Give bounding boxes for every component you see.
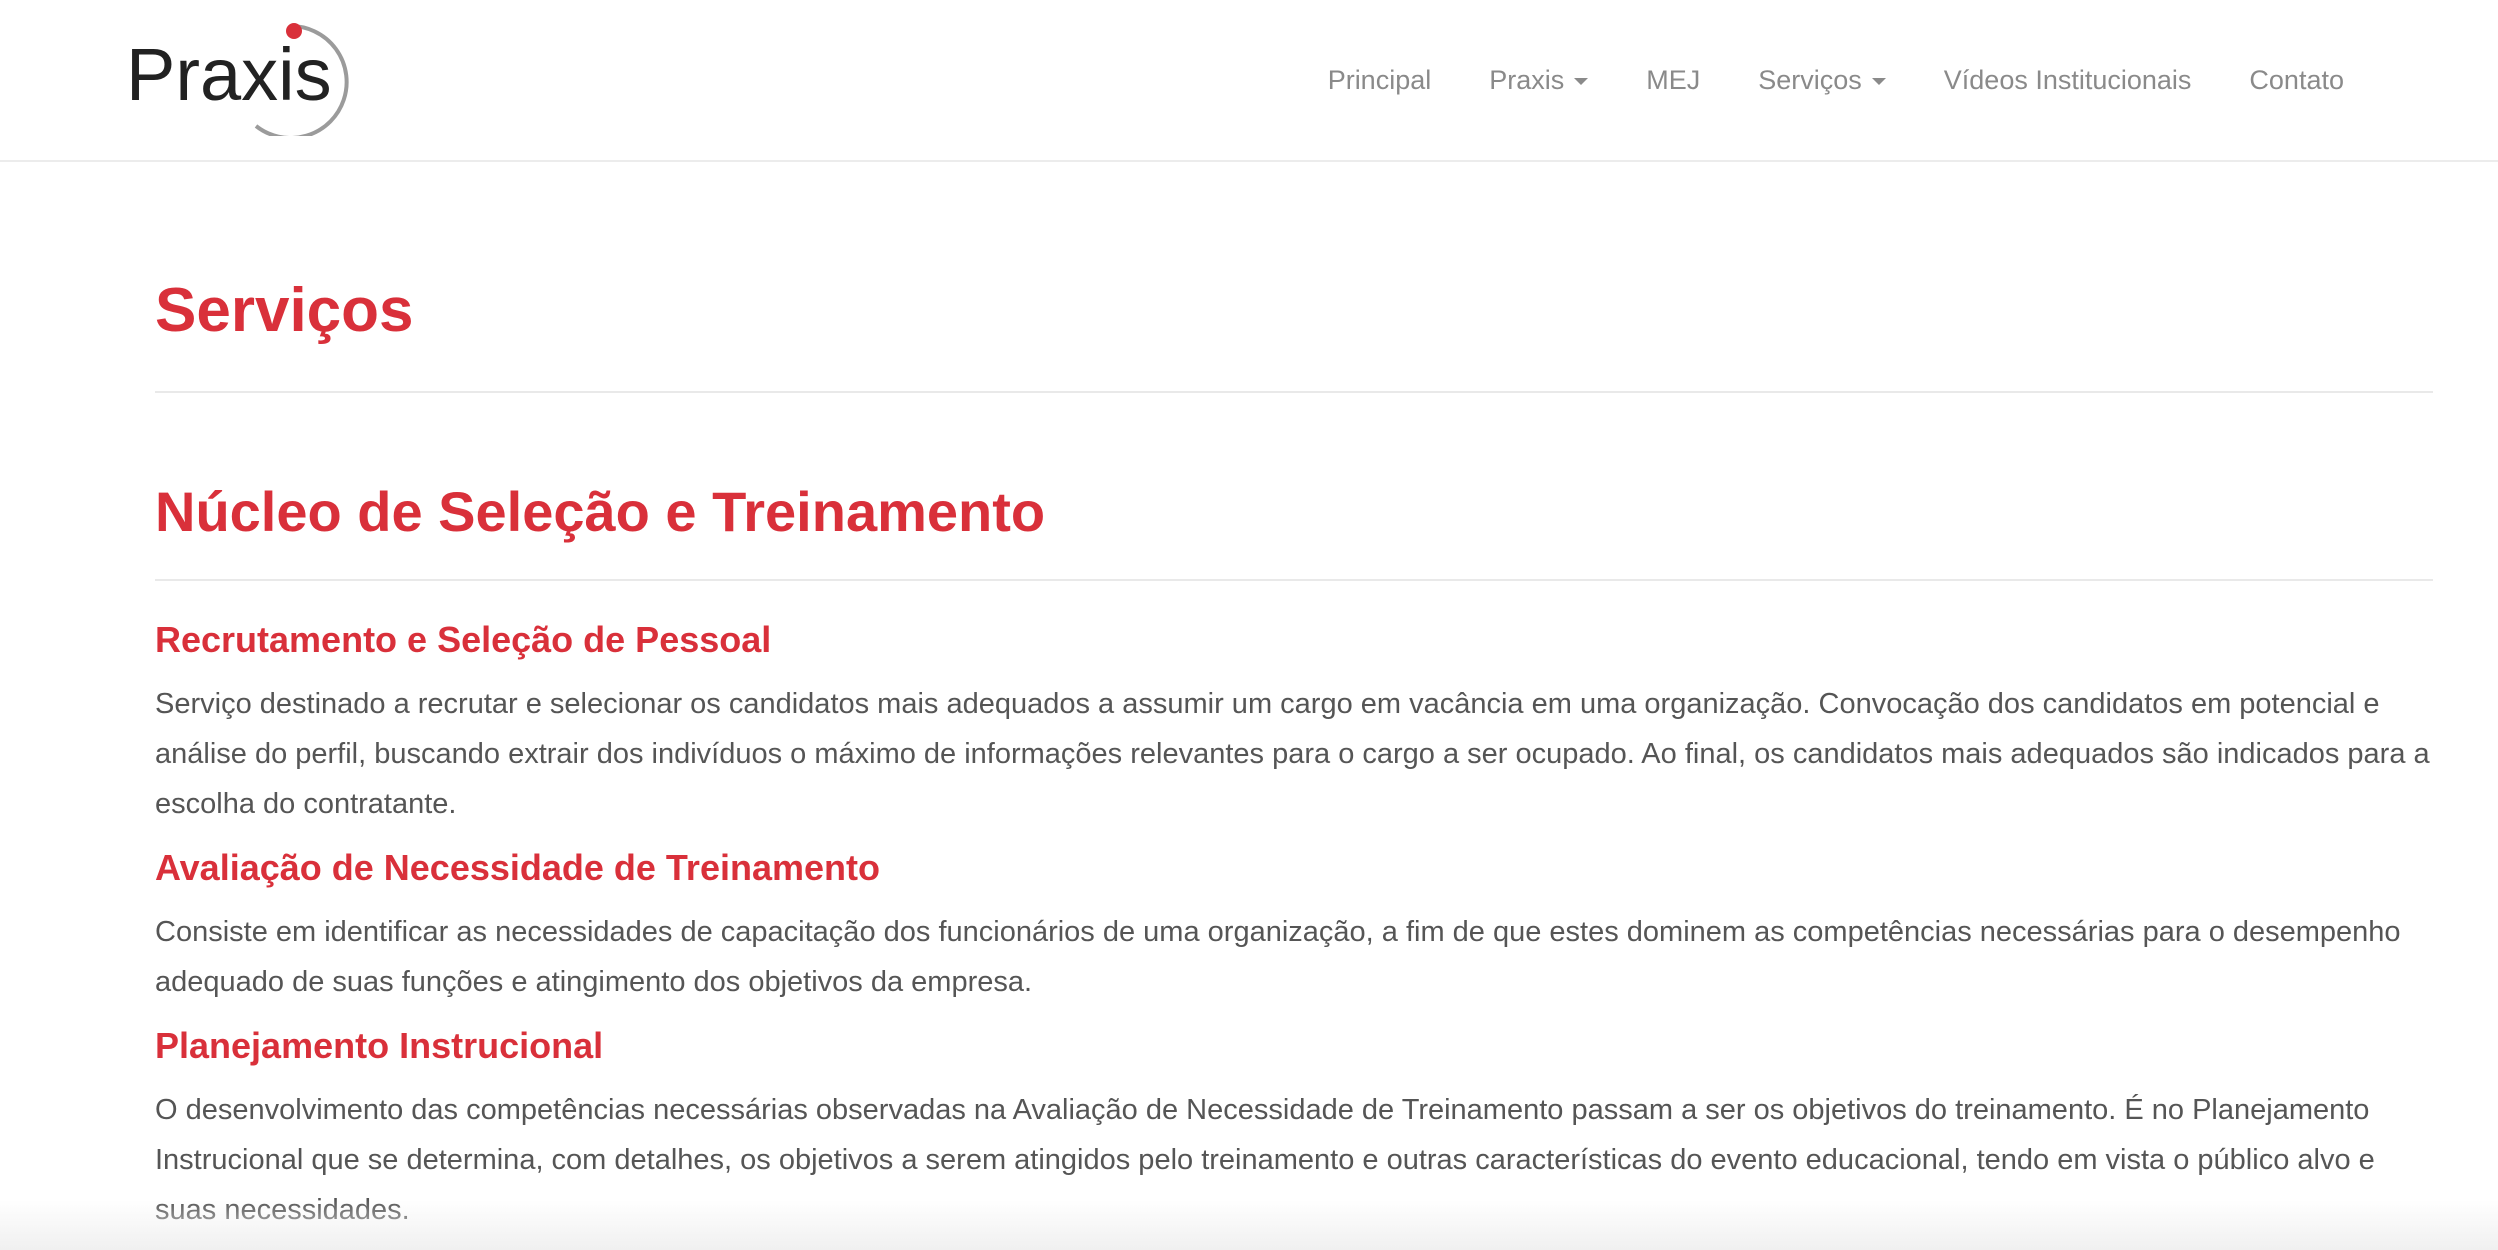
caret-down-icon (1871, 77, 1886, 85)
service-title: Planejamento Instrucional (155, 1025, 604, 1066)
title-divider (155, 391, 2433, 393)
praxis-logo-icon: Praxis (126, 23, 349, 136)
nav-item-mej[interactable]: MEJ (1617, 65, 1729, 96)
nav-item-principal[interactable]: Principal (1299, 65, 1461, 96)
service-item: Recrutamento e Seleção de Pessoal Serviç… (155, 622, 2433, 829)
nav-label: Contato (2249, 64, 2344, 95)
service-description: Consiste em identificar as necessidades … (155, 916, 2401, 998)
praxis-logo[interactable]: Praxis (122, 18, 392, 136)
nav-item-videos-institucionais[interactable]: Vídeos Institucionais (1915, 65, 2221, 96)
nav-label: MEJ (1646, 64, 1701, 95)
section-divider (155, 579, 2433, 581)
top-navbar: Praxis Principal Praxis MEJ Serviços Víd… (0, 0, 2498, 162)
nav-label: Praxis (1489, 64, 1565, 95)
nav-item-servicos[interactable]: Serviços (1729, 65, 1915, 96)
bottom-fade (0, 1200, 2498, 1250)
service-title: Avaliação de Necessidade de Treinamento (155, 847, 880, 888)
section-title: Núcleo de Seleção e Treinamento (155, 480, 1046, 543)
nav-label: Vídeos Institucionais (1943, 64, 2192, 95)
caret-down-icon (1574, 77, 1589, 85)
svg-text:Praxis: Praxis (126, 33, 332, 116)
service-item: Avaliação de Necessidade de Treinamento … (155, 850, 2433, 1007)
main-nav: Principal Praxis MEJ Serviços Vídeos Ins… (1299, 0, 2344, 160)
nav-item-contato[interactable]: Contato (2220, 65, 2344, 96)
service-description: Serviço destinado a recrutar e seleciona… (155, 688, 2430, 820)
nav-label: Principal (1327, 64, 1432, 95)
nav-item-praxis[interactable]: Praxis (1460, 65, 1617, 96)
nav-label: Serviços (1758, 64, 1862, 95)
page-title: Serviços (155, 276, 414, 345)
service-title: Recrutamento e Seleção de Pessoal (155, 619, 772, 660)
